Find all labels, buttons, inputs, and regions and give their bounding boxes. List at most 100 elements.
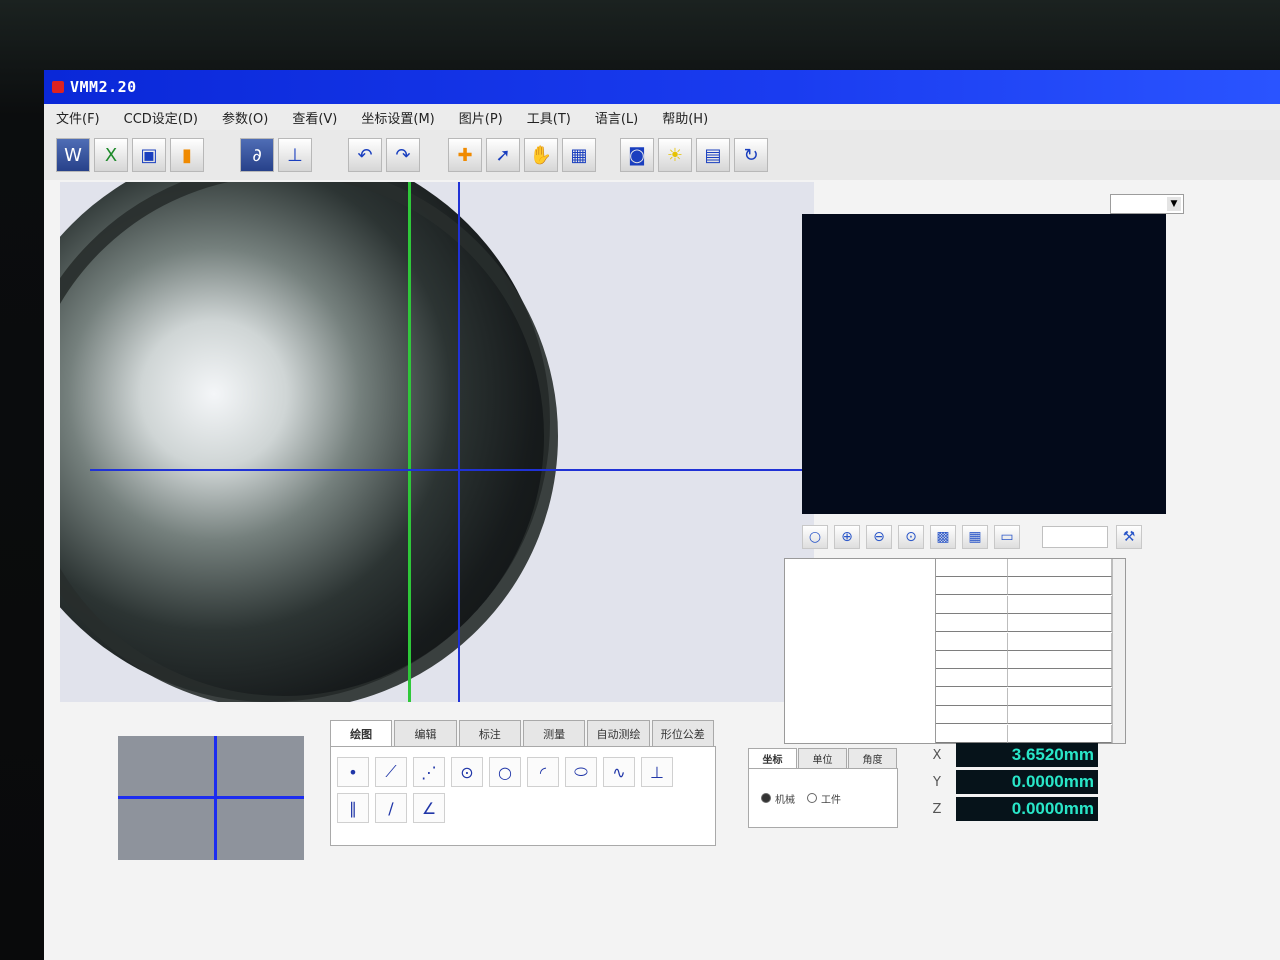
tab-draw[interactable]: 绘图 — [330, 720, 393, 746]
camera-live-view[interactable] — [60, 182, 814, 702]
report-chart-icon[interactable]: ▮ — [170, 138, 204, 172]
tab-angle[interactable]: 角度 — [848, 748, 897, 768]
tab-measure[interactable]: 测量 — [522, 720, 586, 746]
radio-unselected-icon — [807, 793, 817, 803]
curve-icon[interactable]: ∿ — [603, 757, 635, 787]
coordinate-tab-row: 坐标 单位 角度 — [748, 748, 898, 768]
toolbar-group-export: W X ▣ ▮ — [54, 138, 206, 172]
table-cell — [1008, 614, 1112, 633]
menu-tools[interactable]: 工具(T) — [515, 108, 583, 127]
table-cell — [936, 687, 1008, 706]
parallel-lines-icon[interactable]: ∥ — [337, 793, 369, 823]
menu-view[interactable]: 查看(V) — [280, 108, 349, 127]
tab-edit[interactable]: 编辑 — [394, 720, 457, 746]
toolbar-group-view: ✚ ➚ ✋ ▦ — [446, 138, 598, 172]
graphics-preview-canvas[interactable] — [802, 214, 1166, 514]
position-readouts: X 3.6520mm Y 0.0000mm Z 0.0000mm — [918, 742, 1098, 822]
coordinate-axis-icon[interactable]: ⊥ — [278, 138, 312, 172]
drawing-tool-grid: • ⟋ ⋰ ⊙ ○ ◜ ⬭ ∿ ⊥ ∥ ∕ ∠ — [337, 757, 679, 823]
element-list[interactable] — [785, 559, 936, 743]
axis-z-label[interactable]: Z — [918, 802, 956, 817]
toolbar-group-camera: ◙ ☀ ▤ ↻ — [618, 138, 770, 172]
crosshair-vertical-blue — [458, 182, 460, 702]
axis-x-label[interactable]: X — [918, 748, 956, 763]
table-scrollbar[interactable] — [1112, 559, 1125, 743]
chevron-down-icon[interactable]: ▼ — [1167, 197, 1181, 211]
axis-y-value: 0.0000mm — [956, 770, 1098, 794]
tab-tolerance[interactable]: 形位公差 — [651, 720, 714, 746]
tab-coordinate[interactable]: 坐标 — [748, 748, 797, 768]
excel-export-icon[interactable]: X — [94, 138, 128, 172]
axis-y-label[interactable]: Y — [918, 775, 956, 790]
drawing-tab-row: 绘图 编辑 标注 测量 自动测绘 形位公差 — [330, 720, 716, 746]
axis-x-value: 3.6520mm — [956, 743, 1098, 767]
lens-ring — [60, 182, 558, 702]
thumbnail-view[interactable] — [118, 736, 304, 860]
main-toolbar: W X ▣ ▮ ∂ ⊥ ↶ ↷ ✚ ➚ ✋ ▦ ◙ ☀ ▤ ↻ — [44, 130, 1280, 180]
window-title: VMM2.20 — [70, 78, 137, 96]
table-cell — [1008, 595, 1112, 614]
zoom-fit-icon[interactable]: ⊙ — [898, 525, 924, 549]
menu-file[interactable]: 文件(F) — [44, 108, 112, 127]
table-cell — [936, 614, 1008, 633]
title-bar: VMM2.20 — [44, 70, 1280, 104]
multi-point-line-icon[interactable]: ⋰ — [413, 757, 445, 787]
rotation-icon[interactable]: ↻ — [734, 138, 768, 172]
menu-help[interactable]: 帮助(H) — [650, 108, 720, 127]
tab-auto-measure[interactable]: 自动测绘 — [587, 720, 650, 746]
crosshair-icon[interactable]: ✚ — [448, 138, 482, 172]
coordinate-tab-body: 机械 工件 — [748, 768, 898, 828]
word-export-icon[interactable]: W — [56, 138, 90, 172]
fill-icon[interactable]: ▭ — [994, 525, 1020, 549]
preview-value-field[interactable] — [1042, 526, 1108, 548]
menu-language[interactable]: 语言(L) — [583, 108, 650, 127]
table-cell — [936, 559, 1008, 577]
menu-ccd-settings[interactable]: CCD设定(D) — [112, 108, 210, 127]
table-cell — [936, 669, 1008, 688]
zoom-combo[interactable]: ▼ — [1110, 194, 1184, 214]
zoom-in-icon[interactable]: ⊕ — [834, 525, 860, 549]
save-icon[interactable]: ▣ — [132, 138, 166, 172]
camera-icon[interactable]: ◙ — [620, 138, 654, 172]
circle-center-icon[interactable]: ⊙ — [451, 757, 483, 787]
drawing-tools-panel: 绘图 编辑 标注 测量 自动测绘 形位公差 • ⟋ ⋰ ⊙ ○ ◜ ⬭ ∿ ⊥ … — [330, 720, 716, 846]
ellipse-icon[interactable]: ⬭ — [565, 757, 597, 787]
tab-annotate[interactable]: 标注 — [458, 720, 521, 746]
table-cell — [1008, 706, 1112, 725]
menu-parameters[interactable]: 参数(O) — [210, 108, 280, 127]
app-icon — [52, 81, 64, 93]
table-cell — [1008, 632, 1112, 651]
point-icon[interactable]: • — [337, 757, 369, 787]
table-cell — [1008, 687, 1112, 706]
coordinate-settings-panel: 坐标 单位 角度 机械 工件 — [748, 748, 898, 828]
arc-icon[interactable]: ◜ — [527, 757, 559, 787]
table-cell — [1008, 724, 1112, 743]
menu-coordinate-settings[interactable]: 坐标设置(M) — [349, 108, 446, 127]
redo-icon[interactable]: ↷ — [386, 138, 420, 172]
result-table[interactable] — [936, 559, 1112, 743]
table-cell — [936, 595, 1008, 614]
light-bulb-icon[interactable]: ☀ — [658, 138, 692, 172]
probe-icon[interactable]: ➚ — [486, 138, 520, 172]
axis-z-value: 0.0000mm — [956, 797, 1098, 821]
machine-coordinate-radio[interactable]: 机械 — [761, 791, 795, 806]
perpendicular-icon[interactable]: ⊥ — [641, 757, 673, 787]
tab-unit[interactable]: 单位 — [798, 748, 847, 768]
line-icon[interactable]: ⟋ — [375, 757, 407, 787]
grid-icon[interactable]: ▦ — [562, 138, 596, 172]
zoom-out-icon[interactable]: ⊖ — [866, 525, 892, 549]
undo-icon[interactable]: ↶ — [348, 138, 382, 172]
circle-icon[interactable]: ○ — [489, 757, 521, 787]
slant-line-icon[interactable]: ∕ — [375, 793, 407, 823]
window-settings-icon[interactable]: ▤ — [696, 138, 730, 172]
circle-select-icon[interactable]: ○ — [802, 525, 828, 549]
angle-icon[interactable]: ∠ — [413, 793, 445, 823]
measure-mode-icon[interactable]: ∂ — [240, 138, 274, 172]
clear-icon[interactable]: ▩ — [930, 525, 956, 549]
hand-pan-icon[interactable]: ✋ — [524, 138, 558, 172]
menu-picture[interactable]: 图片(P) — [447, 108, 515, 127]
layout-grid-icon[interactable]: ▦ — [962, 525, 988, 549]
workpiece-coordinate-radio[interactable]: 工件 — [807, 791, 841, 806]
readout-z-row: Z 0.0000mm — [918, 796, 1098, 822]
wrench-icon[interactable]: ⚒ — [1116, 525, 1142, 549]
